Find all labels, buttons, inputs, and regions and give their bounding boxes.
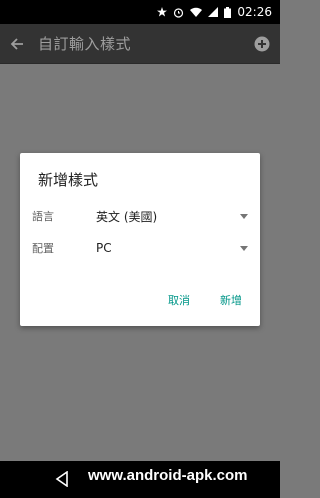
alarm-icon [174, 7, 184, 18]
add-circle-icon[interactable] [254, 36, 270, 52]
language-select[interactable]: 語言 英文 (美國) [32, 205, 252, 227]
language-label: 語言 [32, 210, 54, 223]
back-arrow-icon[interactable] [10, 37, 24, 51]
add-style-dialog: 新增樣式 語言 英文 (美國) 配置 PC 取消 新增 [20, 153, 260, 326]
signal-icon [208, 7, 219, 17]
battery-icon [224, 6, 232, 18]
page-title: 自訂輸入樣式 [38, 35, 132, 53]
wifi-icon [190, 7, 203, 17]
layout-select[interactable]: 配置 PC [32, 237, 252, 259]
add-button[interactable]: 新增 [220, 292, 242, 308]
app-bar: 自訂輸入樣式 [0, 24, 280, 64]
layout-value[interactable]: PC [96, 241, 240, 255]
dialog-title: 新增樣式 [38, 171, 99, 189]
dropdown-arrow-icon[interactable] [240, 213, 248, 219]
status-bar: 02:26 [0, 0, 280, 24]
star-icon [157, 7, 168, 17]
nav-back-icon[interactable] [55, 471, 69, 487]
dropdown-arrow-icon[interactable] [240, 245, 248, 251]
status-time: 02:26 [237, 5, 272, 19]
cancel-button[interactable]: 取消 [168, 292, 190, 308]
layout-label: 配置 [32, 242, 54, 255]
language-value[interactable]: 英文 (美國) [96, 208, 240, 225]
dialog-actions: 取消 新增 [168, 292, 242, 308]
watermark-text: www.android-apk.com [88, 467, 248, 484]
